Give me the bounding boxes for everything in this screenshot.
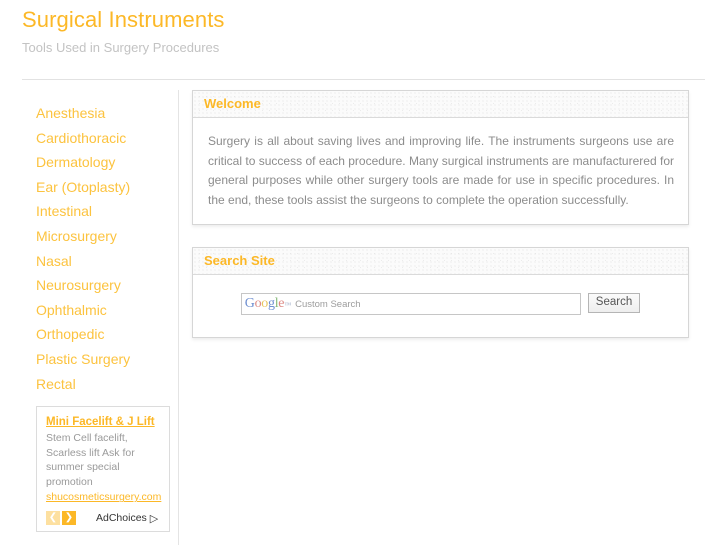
sidebar-item-microsurgery[interactable]: Microsurgery	[0, 224, 178, 249]
search-panel-header: Search Site	[193, 248, 688, 275]
search-panel-body: Google ™ Custom Search Search	[193, 275, 688, 337]
ad-footer: ❮ ❯ AdChoices ▷	[46, 511, 162, 526]
sidebar-link[interactable]: Orthopedic	[0, 322, 178, 347]
search-input[interactable]: Google ™ Custom Search	[240, 293, 581, 315]
chevron-right-icon[interactable]: ❯	[62, 511, 76, 526]
sidebar-item-nasal[interactable]: Nasal	[0, 249, 178, 274]
sidebar-item-rectal[interactable]: Rectal	[0, 372, 178, 397]
sidebar-link[interactable]: Neurosurgery	[0, 273, 178, 298]
search-panel-title: Search Site	[204, 253, 275, 268]
ad-description: Stem Cell facelift, Scarless lift Ask fo…	[46, 432, 135, 488]
search-button[interactable]: Search	[587, 293, 641, 313]
page-body: Anesthesia Cardiothoracic Dermatology Ea…	[0, 90, 727, 545]
search-placeholder-text: Custom Search	[295, 299, 361, 310]
sidebar-item-dermatology[interactable]: Dermatology	[0, 150, 178, 175]
sidebar-link[interactable]: Anesthesia	[0, 101, 178, 126]
welcome-panel-header: Welcome	[193, 91, 688, 118]
welcome-panel-title: Welcome	[204, 96, 261, 111]
sidebar-link[interactable]: Ophthalmic	[0, 298, 178, 323]
sidebar-item-intestinal[interactable]: Intestinal	[0, 199, 178, 224]
sidebar-item-cardiothoracic[interactable]: Cardiothoracic	[0, 126, 178, 151]
trademark-icon: ™	[284, 301, 292, 309]
sidebar: Anesthesia Cardiothoracic Dermatology Ea…	[0, 90, 178, 545]
search-panel: Search Site Google ™ Custom Search Search	[192, 247, 689, 338]
google-letter-o2: o	[261, 296, 268, 311]
adchoices-button[interactable]: AdChoices ▷	[96, 512, 158, 525]
site-header: Surgical Instruments Tools Used in Surge…	[0, 0, 727, 56]
google-letter-g: G	[244, 296, 255, 311]
sidebar-link[interactable]: Rectal	[0, 372, 178, 397]
page-tagline: Tools Used in Surgery Procedures	[22, 40, 220, 55]
sidebar-link[interactable]: Dermatology	[0, 150, 178, 175]
adchoices-label: AdChoices	[96, 512, 147, 525]
sidebar-item-neurosurgery[interactable]: Neurosurgery	[0, 273, 178, 298]
adchoices-triangle-icon: ▷	[149, 512, 159, 525]
sidebar-link[interactable]: Intestinal	[0, 199, 178, 224]
sidebar-item-orthopedic[interactable]: Orthopedic	[0, 322, 178, 347]
sidebar-item-ear-otoplasty[interactable]: Ear (Otoplasty)	[0, 175, 178, 200]
ad-url-link[interactable]: shucosmeticsurgery.com	[46, 490, 162, 505]
welcome-panel: Welcome Surgery is all about saving live…	[192, 90, 689, 225]
sidebar-link[interactable]: Nasal	[0, 249, 178, 274]
sidebar-link[interactable]: Cardiothoracic	[0, 126, 178, 151]
sidebar-content-divider	[178, 90, 179, 545]
google-letter-g2: g	[268, 296, 275, 311]
sidebar-link[interactable]: Ear (Otoplasty)	[0, 175, 178, 200]
page-title: Surgical Instruments	[22, 7, 225, 32]
search-form: Google ™ Custom Search Search	[207, 293, 674, 315]
welcome-panel-body: Surgery is all about saving lives and im…	[193, 118, 688, 224]
google-logo-icon: Google	[244, 296, 285, 311]
chevron-left-icon[interactable]: ❮	[46, 511, 60, 526]
sidebar-item-ophthalmic[interactable]: Ophthalmic	[0, 298, 178, 323]
main-content: Welcome Surgery is all about saving live…	[192, 90, 689, 360]
advertisement-box[interactable]: Mini Facelift & J Lift Stem Cell facelif…	[36, 406, 170, 532]
sidebar-link[interactable]: Plastic Surgery	[0, 347, 178, 372]
google-custom-search-watermark: Google ™ Custom Search	[245, 297, 361, 311]
main-navigation: Anesthesia Cardiothoracic Dermatology Ea…	[0, 90, 178, 396]
welcome-text: Surgery is all about saving lives and im…	[208, 134, 674, 207]
header-divider	[22, 79, 705, 80]
sidebar-item-anesthesia[interactable]: Anesthesia	[0, 101, 178, 126]
ad-title-link[interactable]: Mini Facelift & J Lift	[46, 415, 162, 429]
sidebar-item-plastic-surgery[interactable]: Plastic Surgery	[0, 347, 178, 372]
sidebar-link[interactable]: Microsurgery	[0, 224, 178, 249]
